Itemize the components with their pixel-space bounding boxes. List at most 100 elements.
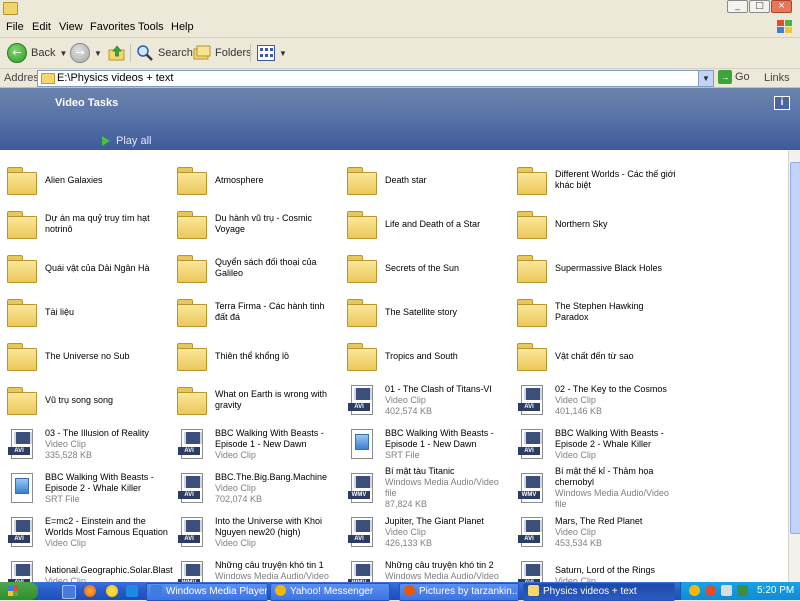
- folder-item[interactable]: Vũ trụ song song: [0, 380, 170, 420]
- item-label: BBC Walking With Beasts - Episode 1 - Ne…: [215, 424, 339, 464]
- folder-item[interactable]: The Universe no Sub: [0, 336, 170, 376]
- back-button[interactable]: ← Back ▼: [7, 42, 67, 64]
- file-item[interactable]: AVI BBC Walking With Beasts - Episode 1 -…: [170, 424, 340, 464]
- chevron-down-icon[interactable]: ▼: [279, 49, 287, 58]
- file-item[interactable]: AVI National.Geographic.Solar.BlastVideo …: [0, 556, 173, 582]
- file-item[interactable]: BBC Walking With Beasts - Episode 1 - Ne…: [340, 424, 510, 464]
- menu-tools[interactable]: Tools: [138, 21, 164, 33]
- menu-edit[interactable]: Edit: [32, 21, 51, 33]
- file-list: Alien Galaxies Atmosphere Death star Differ…: [0, 150, 788, 582]
- taskbar-button-physics-videos[interactable]: Physics videos + text: [523, 583, 675, 601]
- tray-network-icon[interactable]: [737, 585, 748, 596]
- chevron-down-icon[interactable]: ▼: [59, 49, 67, 58]
- menu-help[interactable]: Help: [171, 21, 194, 33]
- folder-item[interactable]: Du hành vũ trụ - Cosmic Voyage: [170, 204, 340, 244]
- tray-yahoo-icon[interactable]: [689, 585, 700, 596]
- views-button[interactable]: ▼: [257, 42, 287, 64]
- address-input[interactable]: E:\Physics videos + text ▼: [37, 70, 714, 87]
- info-icon[interactable]: i: [774, 96, 790, 110]
- item-name: Life and Death of a Star: [385, 218, 481, 229]
- folder-item[interactable]: Secrets of the Sun: [340, 248, 510, 288]
- file-item[interactable]: AVI BBC.The.Big.Bang.Machine Video Clip 702…: [170, 468, 340, 508]
- folder-item[interactable]: The Stephen Hawking Paradox: [510, 292, 680, 332]
- folder-item[interactable]: Different Worlds - Các thế giới khác biệ…: [510, 160, 680, 200]
- taskbar-button-pictures[interactable]: Pictures by tarzankin...: [399, 583, 519, 601]
- file-item[interactable]: AVI E=mc2 - Einstein and the Worlds Most …: [0, 512, 170, 552]
- go-button[interactable]: → Go: [718, 70, 750, 84]
- folder-item[interactable]: Supermassive Black Holes: [510, 248, 680, 288]
- forward-button[interactable]: → ▼: [70, 42, 102, 64]
- item-name: BBC Walking With Beasts - Episode 1 - Ne…: [215, 427, 324, 449]
- folder-item[interactable]: Thiên thể khổng lồ: [170, 336, 340, 376]
- file-item[interactable]: AVI 03 - The Illusion of Reality Video Cli…: [0, 424, 170, 464]
- folder-item[interactable]: Tài liệu: [0, 292, 170, 332]
- folder-item[interactable]: Death star: [340, 160, 510, 200]
- show-desktop-icon[interactable]: [62, 585, 76, 599]
- firefox-icon[interactable]: [84, 585, 96, 597]
- address-path[interactable]: E:\Physics videos + text: [57, 72, 173, 84]
- yahoo-messenger-icon[interactable]: [106, 585, 118, 597]
- folder-icon: [3, 2, 18, 15]
- folder-item[interactable]: Alien Galaxies: [0, 160, 170, 200]
- avi-video-icon: AVI: [176, 428, 208, 460]
- start-button[interactable]: [0, 582, 38, 600]
- folder-item[interactable]: Vật chất đến từ sao: [510, 336, 680, 376]
- folder-item[interactable]: What on Earth is wrong with gravity: [170, 380, 340, 420]
- file-item[interactable]: AVI Saturn, Lord of the RingsVideo Clip: [510, 556, 680, 582]
- folder-item[interactable]: Quái vật của Dải Ngân Hà: [0, 248, 170, 288]
- toolbar: ← Back ▼ → ▼ Search Folders ▼: [0, 38, 800, 69]
- folder-item[interactable]: The Satellite story: [340, 292, 510, 332]
- folder-item[interactable]: Northern Sky: [510, 204, 680, 244]
- taskbar-button-media-player[interactable]: Windows Media Player: [146, 583, 268, 601]
- item-label: The Universe no Sub: [45, 336, 169, 376]
- item-size: 453,534 KB: [555, 537, 603, 548]
- file-item[interactable]: AVI BBC Walking With Beasts - Episode 2 -…: [510, 424, 680, 464]
- folder-item[interactable]: Dự án ma quỷ truy tìm hạt notrinô: [0, 204, 170, 244]
- file-item[interactable]: BBC Walking With Beasts - Episode 2 - Wh…: [0, 468, 170, 508]
- item-name: Dự án ma quỷ truy tìm hạt notrinô: [45, 213, 150, 234]
- file-item[interactable]: WMV Bí mật thế kỉ - Thảm họa chernobyl Win…: [510, 466, 680, 509]
- vertical-scrollbar[interactable]: [788, 150, 800, 582]
- address-dropdown-button[interactable]: ▼: [698, 71, 713, 86]
- folder-item[interactable]: Terra Firma - Các hành tinh đất đá: [170, 292, 340, 332]
- play-all-button[interactable]: Play all: [102, 135, 151, 147]
- menu-file[interactable]: File: [6, 21, 24, 33]
- folder-item[interactable]: Atmosphere: [170, 160, 340, 200]
- folder-icon: [176, 164, 208, 196]
- menu-view[interactable]: View: [59, 21, 83, 33]
- taskbar-button-yahoo-messenger[interactable]: Yahoo! Messenger: [270, 583, 390, 601]
- file-item[interactable]: WMV Những câu truyện khó tin 1Windows Med…: [170, 556, 340, 582]
- file-item[interactable]: AVI 02 - The Key to the Cosmos Video Clip 4…: [510, 380, 680, 420]
- file-item[interactable]: WMV Bí mật tàu Titanic Windows Media Audio…: [340, 466, 510, 509]
- file-item[interactable]: AVI Mars, The Red Planet Video Clip 453,534…: [510, 512, 680, 552]
- chevron-down-icon[interactable]: ▼: [94, 49, 102, 58]
- search-button[interactable]: Search: [136, 42, 193, 64]
- taskbar-button-label: Physics videos + text: [543, 586, 637, 597]
- item-type: Windows Media Audio/Video file: [385, 570, 499, 583]
- item-name: Into the Universe with Khoi Nguyen new20…: [215, 515, 323, 537]
- item-label: BBC.The.Big.Bang.Machine Video Clip 702,07…: [215, 468, 339, 508]
- minimize-button[interactable]: _: [727, 0, 748, 13]
- file-item[interactable]: AVI Into the Universe with Khoi Nguyen ne…: [170, 512, 340, 552]
- up-folder-button[interactable]: [108, 42, 126, 64]
- file-item[interactable]: AVI 01 - The Clash of Titans-VI Video Clip…: [340, 380, 510, 420]
- links-button[interactable]: Links: [764, 72, 790, 84]
- close-button[interactable]: ×: [771, 0, 792, 13]
- folders-button[interactable]: Folders: [193, 42, 252, 64]
- item-name: Bí mật tàu Titanic: [385, 466, 455, 476]
- tray-antivirus-icon[interactable]: [705, 585, 716, 596]
- folder-item[interactable]: Quyển sách đối thoại của Galileo: [170, 248, 340, 288]
- folder-item[interactable]: Life and Death of a Star: [340, 204, 510, 244]
- tray-volume-icon[interactable]: [721, 585, 732, 596]
- file-item[interactable]: WMV Những câu truyện khó tin 2Windows Med…: [340, 556, 510, 582]
- media-player-icon[interactable]: [126, 585, 138, 597]
- folder-item[interactable]: Tropics and South: [340, 336, 510, 376]
- file-item[interactable]: AVI Jupiter, The Giant Planet Video Clip 42…: [340, 512, 510, 552]
- maximize-button[interactable]: □: [749, 0, 770, 13]
- item-name: Bí mật thế kỉ - Thảm họa chernobyl: [555, 466, 654, 487]
- clock[interactable]: 5:20 PM: [757, 585, 794, 596]
- item-label: Life and Death of a Star: [385, 204, 509, 244]
- item-name: Tropics and South: [385, 350, 458, 361]
- menu-favorites[interactable]: Favorites: [90, 21, 135, 33]
- scrollbar-thumb[interactable]: [790, 162, 800, 534]
